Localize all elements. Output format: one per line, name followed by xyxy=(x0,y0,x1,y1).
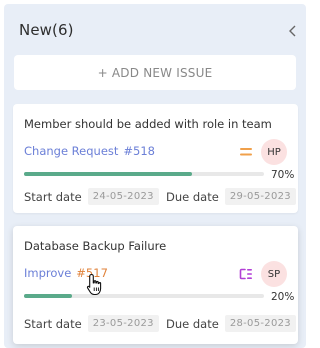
issue-type-label: Improve xyxy=(24,266,72,280)
issue-type-link[interactable]: Improve #517 xyxy=(24,266,108,280)
due-date-row: Due date 28-05-2023 xyxy=(166,315,296,332)
progress-bar xyxy=(24,172,264,176)
start-date-label: Start date xyxy=(24,316,82,331)
start-date-value: 23-05-2023 xyxy=(87,315,159,332)
start-date-row: Start date 24-05-2023 xyxy=(24,188,159,205)
issue-title[interactable]: Member should be added with role in team xyxy=(24,117,272,131)
progress-percent: 20% xyxy=(271,291,295,303)
issue-id: #517 xyxy=(76,266,108,280)
issue-id: #518 xyxy=(123,144,155,158)
low-priority-icon xyxy=(239,268,252,280)
issue-card[interactable]: Database Backup Failure Improve #517 SP 2… xyxy=(13,226,298,344)
progress-bar xyxy=(24,294,264,298)
due-date-row: Due date 29-05-2023 xyxy=(166,188,296,205)
start-date-label: Start date xyxy=(24,189,82,204)
chevron-left-icon[interactable] xyxy=(286,24,300,38)
progress-fill xyxy=(24,172,192,176)
due-date-label: Due date xyxy=(166,189,219,204)
issue-type-label: Change Request xyxy=(24,144,119,158)
issue-card[interactable]: Member should be added with role in team… xyxy=(13,104,298,213)
progress-fill xyxy=(24,294,72,298)
issue-type-link[interactable]: Change Request #518 xyxy=(24,144,155,158)
add-new-issue-button[interactable]: + ADD NEW ISSUE xyxy=(14,55,296,90)
due-date-label: Due date xyxy=(166,316,219,331)
start-date-row: Start date 23-05-2023 xyxy=(24,315,159,332)
kanban-column-new: New(6) + ADD NEW ISSUE Member should be … xyxy=(4,4,306,348)
medium-priority-icon xyxy=(240,148,252,156)
start-date-value: 24-05-2023 xyxy=(87,188,159,205)
column-title: New(6) xyxy=(19,21,74,39)
due-date-value: 28-05-2023 xyxy=(224,315,296,332)
assignee-avatar[interactable]: SP xyxy=(261,261,287,287)
assignee-avatar[interactable]: HP xyxy=(261,139,287,165)
due-date-value: 29-05-2023 xyxy=(224,188,296,205)
progress-percent: 70% xyxy=(271,169,295,181)
issue-title[interactable]: Database Backup Failure xyxy=(24,239,166,253)
